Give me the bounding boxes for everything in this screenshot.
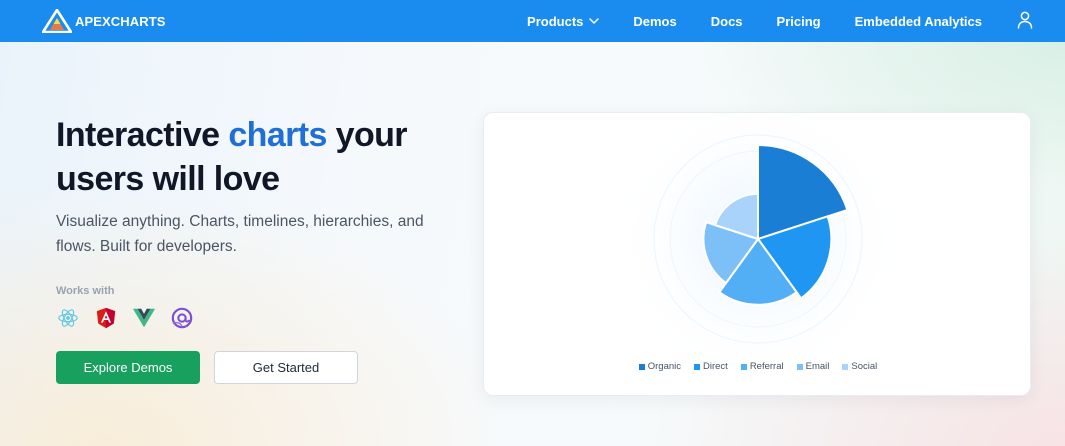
nav-link-label: Demos [633, 13, 677, 29]
nav-link-label: Products [527, 13, 584, 29]
explore-demos-button[interactable]: Explore Demos [56, 351, 200, 384]
react-icon [56, 306, 80, 330]
legend-label: Referral [749, 361, 784, 372]
legend-item-social[interactable]: Social [842, 361, 877, 372]
nav-link-embedded-analytics[interactable]: Embedded Analytics [855, 14, 982, 29]
nav-link-label: Embedded Analytics [854, 13, 982, 29]
top-navbar: APEXCHARTS Products Demos Docs Pricing E… [0, 0, 1065, 42]
framework-icons [56, 306, 194, 330]
legend-swatch [842, 363, 849, 370]
works-with-label: Works with [56, 285, 115, 297]
get-started-button[interactable]: Get Started [214, 351, 358, 384]
nav-link-pricing[interactable]: Pricing [777, 14, 821, 29]
legend-label: Email [805, 361, 830, 372]
chevron-down-icon [589, 18, 600, 24]
nav-link-label: Docs [710, 13, 743, 29]
legend-swatch [796, 363, 803, 370]
logo-text: APEXCHARTS [75, 13, 166, 29]
hero-subtitle: Visualize anything. Charts, timelines, h… [56, 213, 424, 255]
legend-swatch [740, 363, 747, 370]
logo[interactable]: APEXCHARTS [42, 9, 166, 33]
nav-links: Products Demos Docs Pricing Embedded Ana… [527, 0, 982, 42]
nav-link-products[interactable]: Products [527, 13, 600, 29]
angular-icon [94, 306, 118, 330]
legend-swatch [694, 363, 700, 370]
user-icon[interactable] [1017, 11, 1033, 29]
vue-icon [132, 306, 156, 330]
legend-label: Social [851, 361, 878, 372]
legend-item-email[interactable]: Email [796, 361, 830, 372]
legend-label: Direct [703, 361, 728, 372]
legend-swatch [638, 363, 645, 370]
hero-title-part1: Interactive [56, 116, 229, 154]
chart-card: Organic Direct Referral Email Social [483, 112, 1031, 396]
nav-link-label: Pricing [776, 13, 821, 29]
nav-link-docs[interactable]: Docs [711, 14, 743, 29]
legend-item-organic[interactable]: Organic [638, 361, 681, 372]
chart-legend: Organic Direct Referral Email Social [484, 361, 1030, 372]
hero-title-accent: charts [228, 116, 327, 154]
legend-label: Organic [647, 361, 681, 372]
nav-link-demos[interactable]: Demos [633, 14, 676, 29]
hero-title: Interactive charts your users will love [56, 113, 476, 201]
blazor-icon [170, 306, 194, 330]
polar-area-chart [608, 113, 908, 389]
legend-item-direct[interactable]: Direct [694, 361, 728, 372]
apexcharts-logo-icon [42, 9, 72, 33]
legend-item-referral[interactable]: Referral [740, 361, 784, 372]
